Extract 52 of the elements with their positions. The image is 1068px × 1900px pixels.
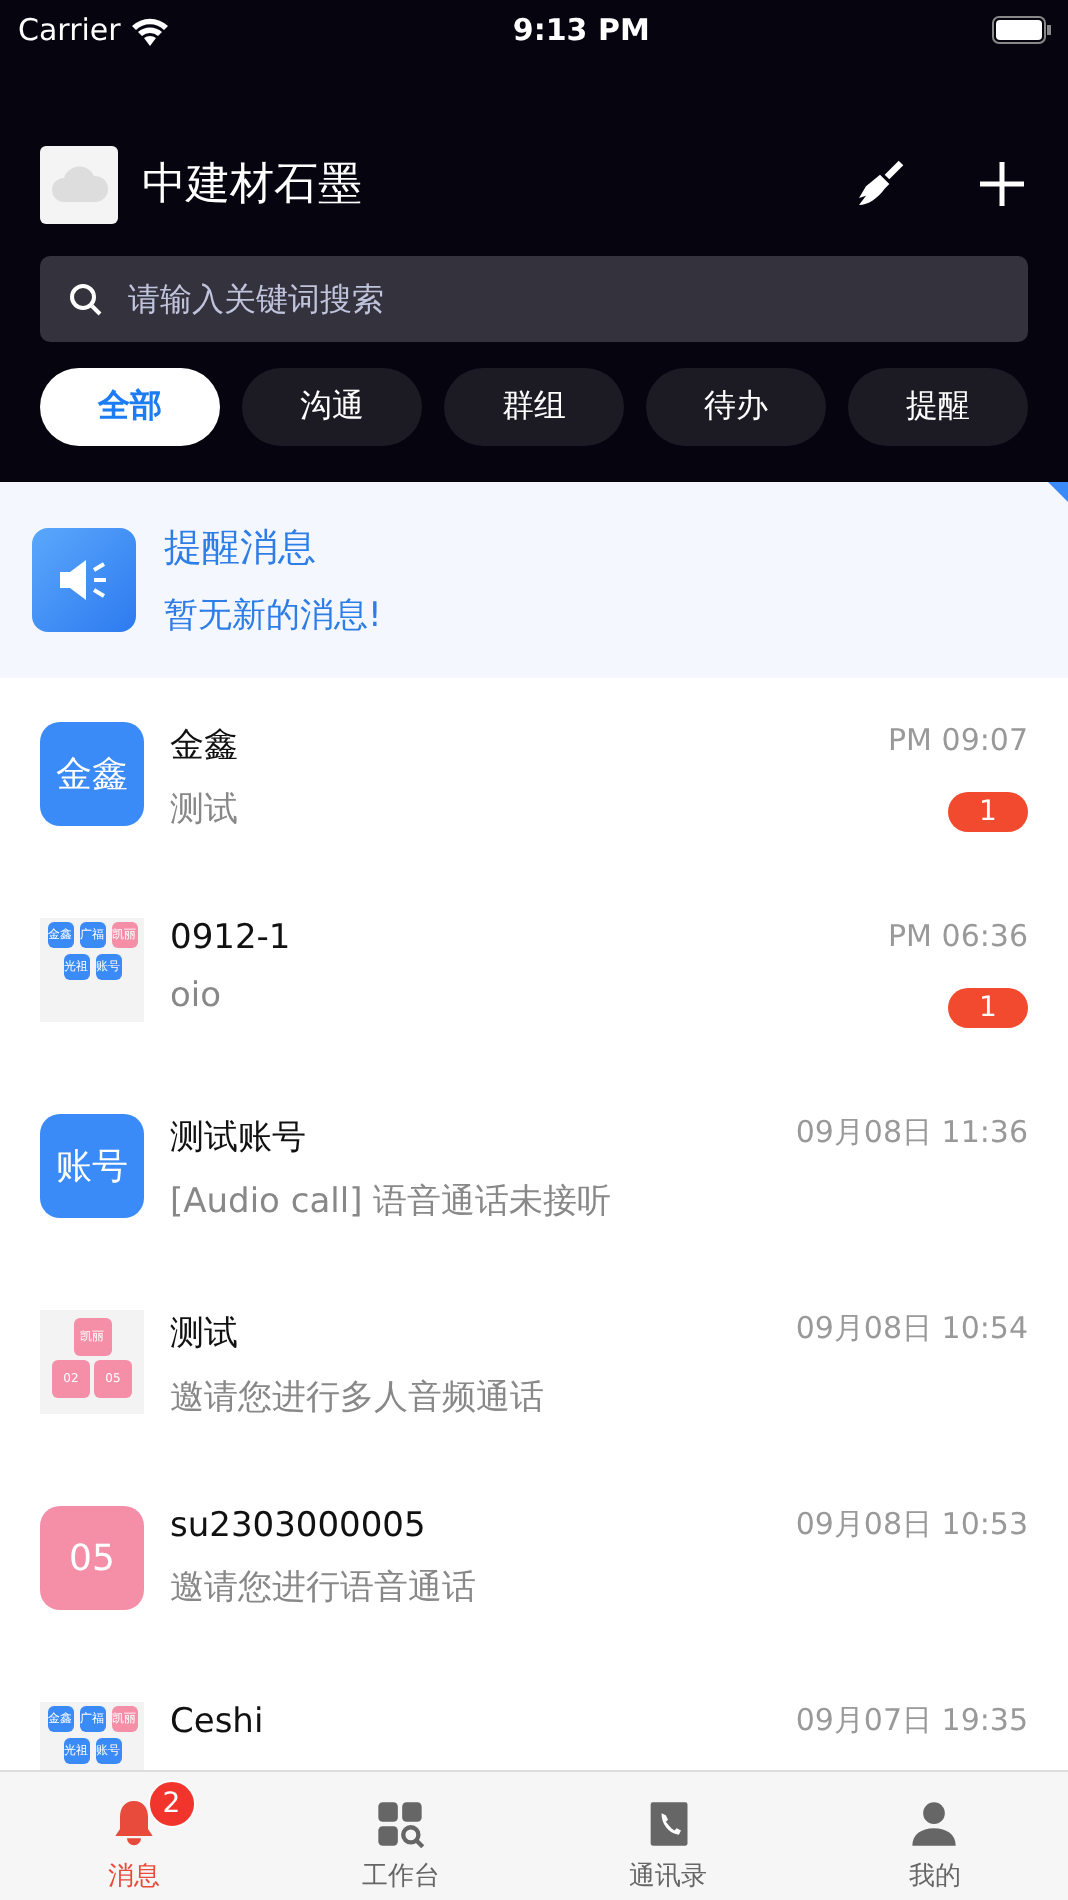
- wifi-icon: [130, 15, 171, 45]
- filter-tab[interactable]: 待办: [646, 368, 826, 446]
- message-preview: [Audio call] 语音通话未接听: [170, 1180, 614, 1224]
- reminder-panel[interactable]: 提醒消息 暂无新的消息!: [0, 482, 1068, 678]
- filter-tab[interactable]: 群组: [444, 368, 624, 446]
- conversation-row[interactable]: 05 su2303000005 邀请您进行语音通话 09月08日 10:53: [0, 1462, 1068, 1658]
- battery-icon: [991, 16, 1052, 44]
- message-time: 09月07日 19:35: [795, 1702, 1028, 1740]
- person-icon: [908, 1798, 961, 1850]
- reminder-subtitle: 暂无新的消息!: [164, 594, 384, 638]
- add-icon[interactable]: [976, 158, 1028, 210]
- conversation-row[interactable]: 金鑫 金鑫 测试 PM 09:07 1: [0, 678, 1068, 874]
- message-time: 09月08日 11:36: [795, 1114, 1028, 1152]
- message-preview: 测试: [170, 788, 240, 832]
- carrier-label: Carrier: [18, 12, 121, 48]
- avatar: 05: [40, 1506, 144, 1610]
- company-logo: [40, 145, 118, 223]
- filter-tab[interactable]: 提醒: [848, 368, 1028, 446]
- contact-name: 测试账号: [170, 1116, 308, 1160]
- avatar: 金鑫: [40, 722, 144, 826]
- contact-name: 测试: [170, 1312, 240, 1356]
- message-time: PM 09:07: [888, 722, 1028, 758]
- contact-name: 0912-1: [170, 918, 293, 958]
- message-preview: 邀请您进行多人音频通话: [170, 1376, 546, 1420]
- filter-tab[interactable]: 沟通: [242, 368, 422, 446]
- corner-marker: [1048, 482, 1068, 502]
- company-name: 中建材石墨: [142, 158, 364, 214]
- clock-time: 9:13 PM: [512, 12, 650, 48]
- unread-count: 1: [948, 792, 1028, 832]
- message-time: 09月08日 10:54: [795, 1310, 1028, 1348]
- filter-tab[interactable]: 全部: [40, 368, 220, 446]
- tab-bar-item[interactable]: 通讯录: [534, 1772, 801, 1900]
- conversation-row[interactable]: 账号 测试账号 [Audio call] 语音通话未接听 09月08日 11:36: [0, 1070, 1068, 1266]
- search-field[interactable]: 请输入关键词搜索: [40, 256, 1028, 342]
- tab-bar-item[interactable]: 我的: [801, 1772, 1068, 1900]
- unread-count: 1: [948, 988, 1028, 1028]
- message-preview: 邀请您进行语音通话: [170, 1566, 478, 1610]
- search-icon: [68, 281, 104, 317]
- contact-name: Ceshi: [170, 1702, 266, 1742]
- tab-bar-item[interactable]: 消息 2: [0, 1772, 267, 1900]
- avatar: 账号: [40, 1114, 144, 1218]
- search-input[interactable]: 请输入关键词搜索: [124, 278, 1000, 320]
- tab-bar-item[interactable]: 工作台: [267, 1772, 534, 1900]
- contact-name: su2303000005: [170, 1506, 428, 1546]
- message-time: 09月08日 10:53: [795, 1506, 1028, 1544]
- message-preview: oio: [170, 976, 224, 1016]
- notification-badge: 2: [147, 1780, 196, 1828]
- grid-search-icon: [374, 1798, 427, 1850]
- message-time: PM 06:36: [888, 918, 1028, 954]
- contact-name: 金鑫: [170, 724, 240, 768]
- reminder-title: 提醒消息: [164, 524, 318, 574]
- speaker-icon: [32, 528, 136, 632]
